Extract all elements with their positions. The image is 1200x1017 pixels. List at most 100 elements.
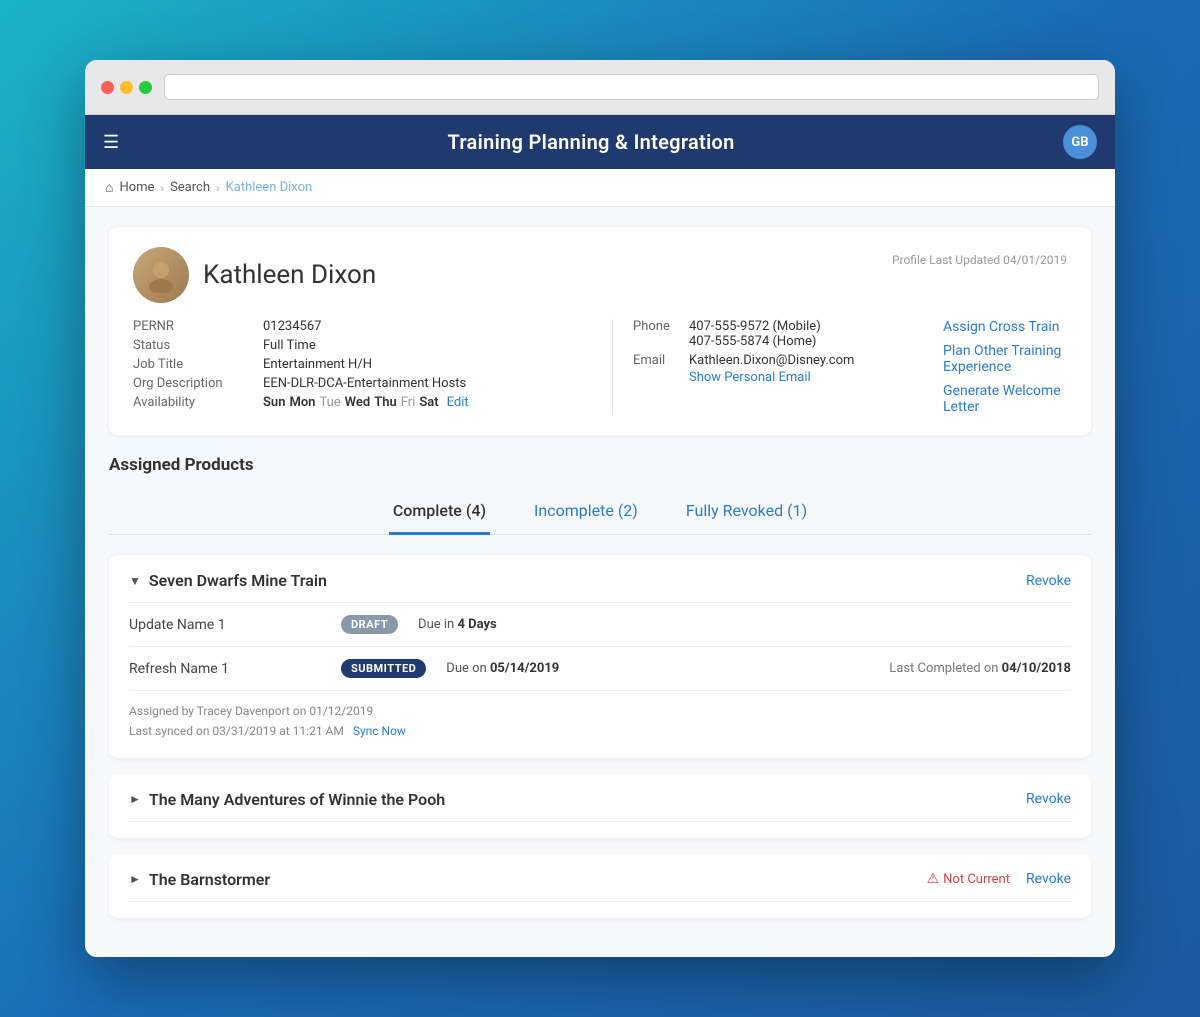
product-name-barnstormer[interactable]: ► The Barnstormer	[129, 870, 270, 889]
phone-values: 407-555-9572 (Mobile) 407-555-5874 (Home…	[689, 319, 821, 349]
status-label: Status	[133, 338, 263, 353]
not-current-label: Not Current	[943, 872, 1010, 887]
item-name-update: Update Name 1	[129, 617, 329, 633]
breadcrumb-sep-2: ›	[216, 181, 220, 195]
product-header-barnstormer: ► The Barnstormer ⚠ Not Current Revoke	[129, 870, 1071, 902]
breadcrumb-home[interactable]: Home	[119, 180, 154, 195]
profile-right-col: Assign Cross Train Plan Other Training E…	[933, 319, 1067, 415]
generate-welcome-letter-link[interactable]: Generate Welcome Letter	[943, 383, 1067, 415]
availability-row: Availability Sun Mon Tue Wed Thu Fri Sat…	[133, 395, 592, 410]
main-content: Kathleen Dixon Profile Last Updated 04/0…	[85, 207, 1115, 957]
day-wed: Wed	[345, 395, 371, 410]
barnstormer-right: ⚠ Not Current Revoke	[927, 871, 1071, 887]
breadcrumb-current: Kathleen Dixon	[226, 180, 313, 195]
day-mon: Mon	[289, 395, 315, 410]
profile-details: PERNR 01234567 Status Full Time Job Titl…	[133, 319, 1067, 415]
chevron-right-icon: ►	[129, 872, 141, 886]
product-card-seven-dwarfs: ▼ Seven Dwarfs Mine Train Revoke Update …	[109, 555, 1091, 758]
plan-other-training-link[interactable]: Plan Other Training Experience	[943, 343, 1067, 375]
badge-submitted: SUBMITTED	[341, 659, 426, 678]
jobtitle-label: Job Title	[133, 357, 263, 372]
browser-dots	[101, 81, 152, 94]
address-bar[interactable]	[164, 74, 1099, 100]
profile-updated: Profile Last Updated 04/01/2019	[892, 253, 1067, 267]
browser-chrome	[85, 60, 1115, 115]
pernr-row: PERNR 01234567	[133, 319, 592, 334]
product-name-label: The Many Adventures of Winnie the Pooh	[149, 790, 445, 809]
phone-row: Phone 407-555-9572 (Mobile) 407-555-5874…	[633, 319, 913, 349]
item-completed-refresh: Last Completed on 04/10/2018	[889, 661, 1071, 676]
tabs-container: Complete (4) Incomplete (2) Fully Revoke…	[109, 491, 1091, 535]
breadcrumb-search[interactable]: Search	[170, 180, 210, 195]
assigned-products-section: Assigned Products Complete (4) Incomplet…	[109, 455, 1091, 918]
last-synced: Last synced on 03/31/2019 at 11:21 AM Sy…	[129, 721, 1071, 741]
not-current-badge: ⚠ Not Current	[927, 871, 1010, 887]
badge-draft: DRAFT	[341, 615, 398, 634]
assigned-by: Assigned by Tracey Davenport on 01/12/20…	[129, 701, 1071, 721]
product-card-barnstormer: ► The Barnstormer ⚠ Not Current Revoke	[109, 854, 1091, 918]
product-footer: Assigned by Tracey Davenport on 01/12/20…	[129, 701, 1071, 742]
product-name-label: Seven Dwarfs Mine Train	[149, 571, 327, 590]
revoke-barnstormer-button[interactable]: Revoke	[1026, 871, 1071, 887]
show-personal-email-link[interactable]: Show Personal Email	[689, 370, 854, 385]
pernr-label: PERNR	[133, 319, 263, 334]
tab-incomplete[interactable]: Incomplete (2)	[530, 491, 642, 535]
status-row: Status Full Time	[133, 338, 592, 353]
profile-name-row: Kathleen Dixon	[133, 247, 376, 303]
product-name-label: The Barnstormer	[149, 870, 270, 889]
home-icon: ⌂	[105, 179, 113, 196]
product-name-winnie[interactable]: ► The Many Adventures of Winnie the Pooh	[129, 790, 445, 809]
day-tue: Tue	[319, 395, 340, 410]
profile-card: Kathleen Dixon Profile Last Updated 04/0…	[109, 227, 1091, 435]
hamburger-icon[interactable]: ☰	[103, 132, 119, 153]
email-values: Kathleen.Dixon@Disney.com Show Personal …	[689, 353, 854, 385]
breadcrumb-sep-1: ›	[160, 181, 164, 195]
day-fri: Fri	[401, 395, 416, 410]
revoke-seven-dwarfs-button[interactable]: Revoke	[1026, 573, 1071, 589]
avatar	[133, 247, 189, 303]
dot-yellow[interactable]	[120, 81, 133, 94]
tab-revoked[interactable]: Fully Revoked (1)	[682, 491, 811, 535]
product-item-refresh: Refresh Name 1 SUBMITTED Due on 05/14/20…	[129, 647, 1071, 691]
org-row: Org Description EEN-DLR-DCA-Entertainmen…	[133, 376, 592, 391]
app-header: ☰ Training Planning & Integration GB	[85, 115, 1115, 169]
phone-mobile: 407-555-9572 (Mobile)	[689, 319, 821, 334]
app-title: Training Planning & Integration	[447, 130, 734, 154]
avatar-image	[133, 247, 189, 303]
day-sat: Sat	[419, 395, 438, 410]
day-sun: Sun	[263, 395, 285, 410]
item-due-update: Due in 4 Days	[418, 617, 497, 632]
org-value: EEN-DLR-DCA-Entertainment Hosts	[263, 376, 466, 391]
dot-green[interactable]	[139, 81, 152, 94]
availability-label: Availability	[133, 395, 263, 410]
product-header-winnie: ► The Many Adventures of Winnie the Pooh…	[129, 790, 1071, 822]
edit-availability-link[interactable]: Edit	[447, 395, 469, 410]
pernr-value: 01234567	[263, 319, 321, 334]
phone-home: 407-555-5874 (Home)	[689, 334, 821, 349]
jobtitle-value: Entertainment H/H	[263, 357, 372, 372]
warning-icon: ⚠	[927, 871, 940, 887]
user-avatar[interactable]: GB	[1063, 125, 1097, 159]
item-name-refresh: Refresh Name 1	[129, 661, 329, 677]
jobtitle-row: Job Title Entertainment H/H	[133, 357, 592, 372]
profile-top: Kathleen Dixon Profile Last Updated 04/0…	[133, 247, 1067, 303]
section-title: Assigned Products	[109, 455, 1091, 475]
email-label: Email	[633, 353, 681, 368]
product-name-seven-dwarfs[interactable]: ▼ Seven Dwarfs Mine Train	[129, 571, 327, 590]
profile-name: Kathleen Dixon	[203, 260, 376, 290]
tab-complete[interactable]: Complete (4)	[389, 491, 490, 535]
availability-days: Sun Mon Tue Wed Thu Fri Sat Edit	[263, 395, 469, 410]
status-value: Full Time	[263, 338, 316, 353]
org-label: Org Description	[133, 376, 263, 391]
product-item-update: Update Name 1 DRAFT Due in 4 Days	[129, 603, 1071, 647]
product-card-winnie: ► The Many Adventures of Winnie the Pooh…	[109, 774, 1091, 838]
chevron-down-icon: ▼	[129, 574, 141, 588]
revoke-winnie-button[interactable]: Revoke	[1026, 791, 1071, 807]
email-value: Kathleen.Dixon@Disney.com	[689, 353, 854, 368]
profile-middle-col: Phone 407-555-9572 (Mobile) 407-555-5874…	[613, 319, 933, 415]
dot-red[interactable]	[101, 81, 114, 94]
assign-cross-train-link[interactable]: Assign Cross Train	[943, 319, 1067, 335]
item-due-refresh: Due on 05/14/2019	[446, 661, 559, 676]
day-thu: Thu	[374, 395, 397, 410]
sync-now-link[interactable]: Sync Now	[353, 724, 406, 738]
